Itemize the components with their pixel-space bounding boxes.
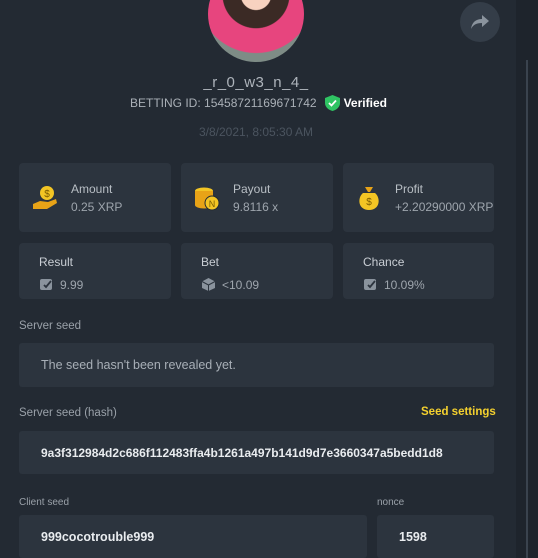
- scroll-track[interactable]: [516, 0, 538, 558]
- result-value: 9.99: [60, 277, 84, 292]
- profit-card: $ Profit +2.20290000 XRP: [343, 163, 494, 232]
- svg-text:N: N: [209, 199, 216, 209]
- svg-text:$: $: [44, 189, 50, 200]
- dice-check-icon: [364, 279, 376, 290]
- nonce-field[interactable]: 1598: [377, 515, 494, 558]
- nonce-label: nonce: [377, 497, 405, 508]
- payout-value: 9.8116 x: [233, 199, 279, 214]
- coin-hand-icon: $: [33, 185, 57, 209]
- svg-text:$: $: [366, 197, 372, 208]
- share-icon: [471, 15, 489, 29]
- bet-label: Bet: [201, 255, 220, 269]
- amount-label: Amount: [71, 181, 113, 196]
- share-button[interactable]: [460, 2, 500, 42]
- betting-id-label: BETTING ID:: [130, 96, 201, 110]
- payout-card: N Payout 9.8116 x: [181, 163, 333, 232]
- verified-label: Verified: [343, 96, 387, 110]
- scrollbar-line: [526, 60, 528, 558]
- amount-value: 0.25 XRP: [71, 199, 123, 214]
- shield-check-icon: [324, 95, 340, 111]
- dice-check-icon: [40, 279, 52, 290]
- username: _r_0_w3_n_4_: [203, 74, 309, 91]
- amount-card: $ Amount 0.25 XRP: [19, 163, 171, 232]
- result-label: Result: [39, 255, 74, 269]
- cube-icon: [201, 278, 216, 291]
- server-seed-field: The seed hasn't been revealed yet.: [19, 343, 494, 387]
- betting-id-row: BETTING ID: 15458721169671742 Verified: [130, 94, 387, 112]
- bet-value: <10.09: [222, 277, 260, 292]
- verified-badge: Verified: [324, 95, 387, 111]
- chance-label: Chance: [363, 255, 405, 269]
- betting-id-value: 15458721169671742: [204, 96, 317, 110]
- payout-label: Payout: [233, 181, 271, 196]
- bet-timestamp: 3/8/2021, 8:05:30 AM: [198, 125, 314, 139]
- server-seed-hash-label: Server seed (hash): [19, 407, 117, 419]
- result-card: Result 9.99: [19, 243, 171, 299]
- coin-stack-icon: N: [195, 187, 220, 210]
- server-seed-label: Server seed: [19, 320, 82, 332]
- server-seed-hash-field[interactable]: 9a3f312984d2c686f112483ffa4b1261a497b141…: [19, 431, 494, 474]
- money-bag-icon: $: [359, 186, 379, 210]
- bet-card: Bet <10.09: [181, 243, 333, 299]
- seed-settings-link[interactable]: Seed settings: [421, 406, 496, 418]
- chance-card: Chance 10.09%: [343, 243, 494, 299]
- chance-value: 10.09%: [384, 277, 425, 292]
- betting-id-text: BETTING ID: 15458721169671742: [130, 96, 317, 110]
- client-seed-label: Client seed: [19, 497, 70, 508]
- profit-label: Profit: [395, 181, 424, 196]
- client-seed-field[interactable]: 999cocotrouble999: [19, 515, 367, 558]
- profit-value: +2.20290000 XRP: [395, 199, 494, 214]
- avatar: [208, 0, 304, 62]
